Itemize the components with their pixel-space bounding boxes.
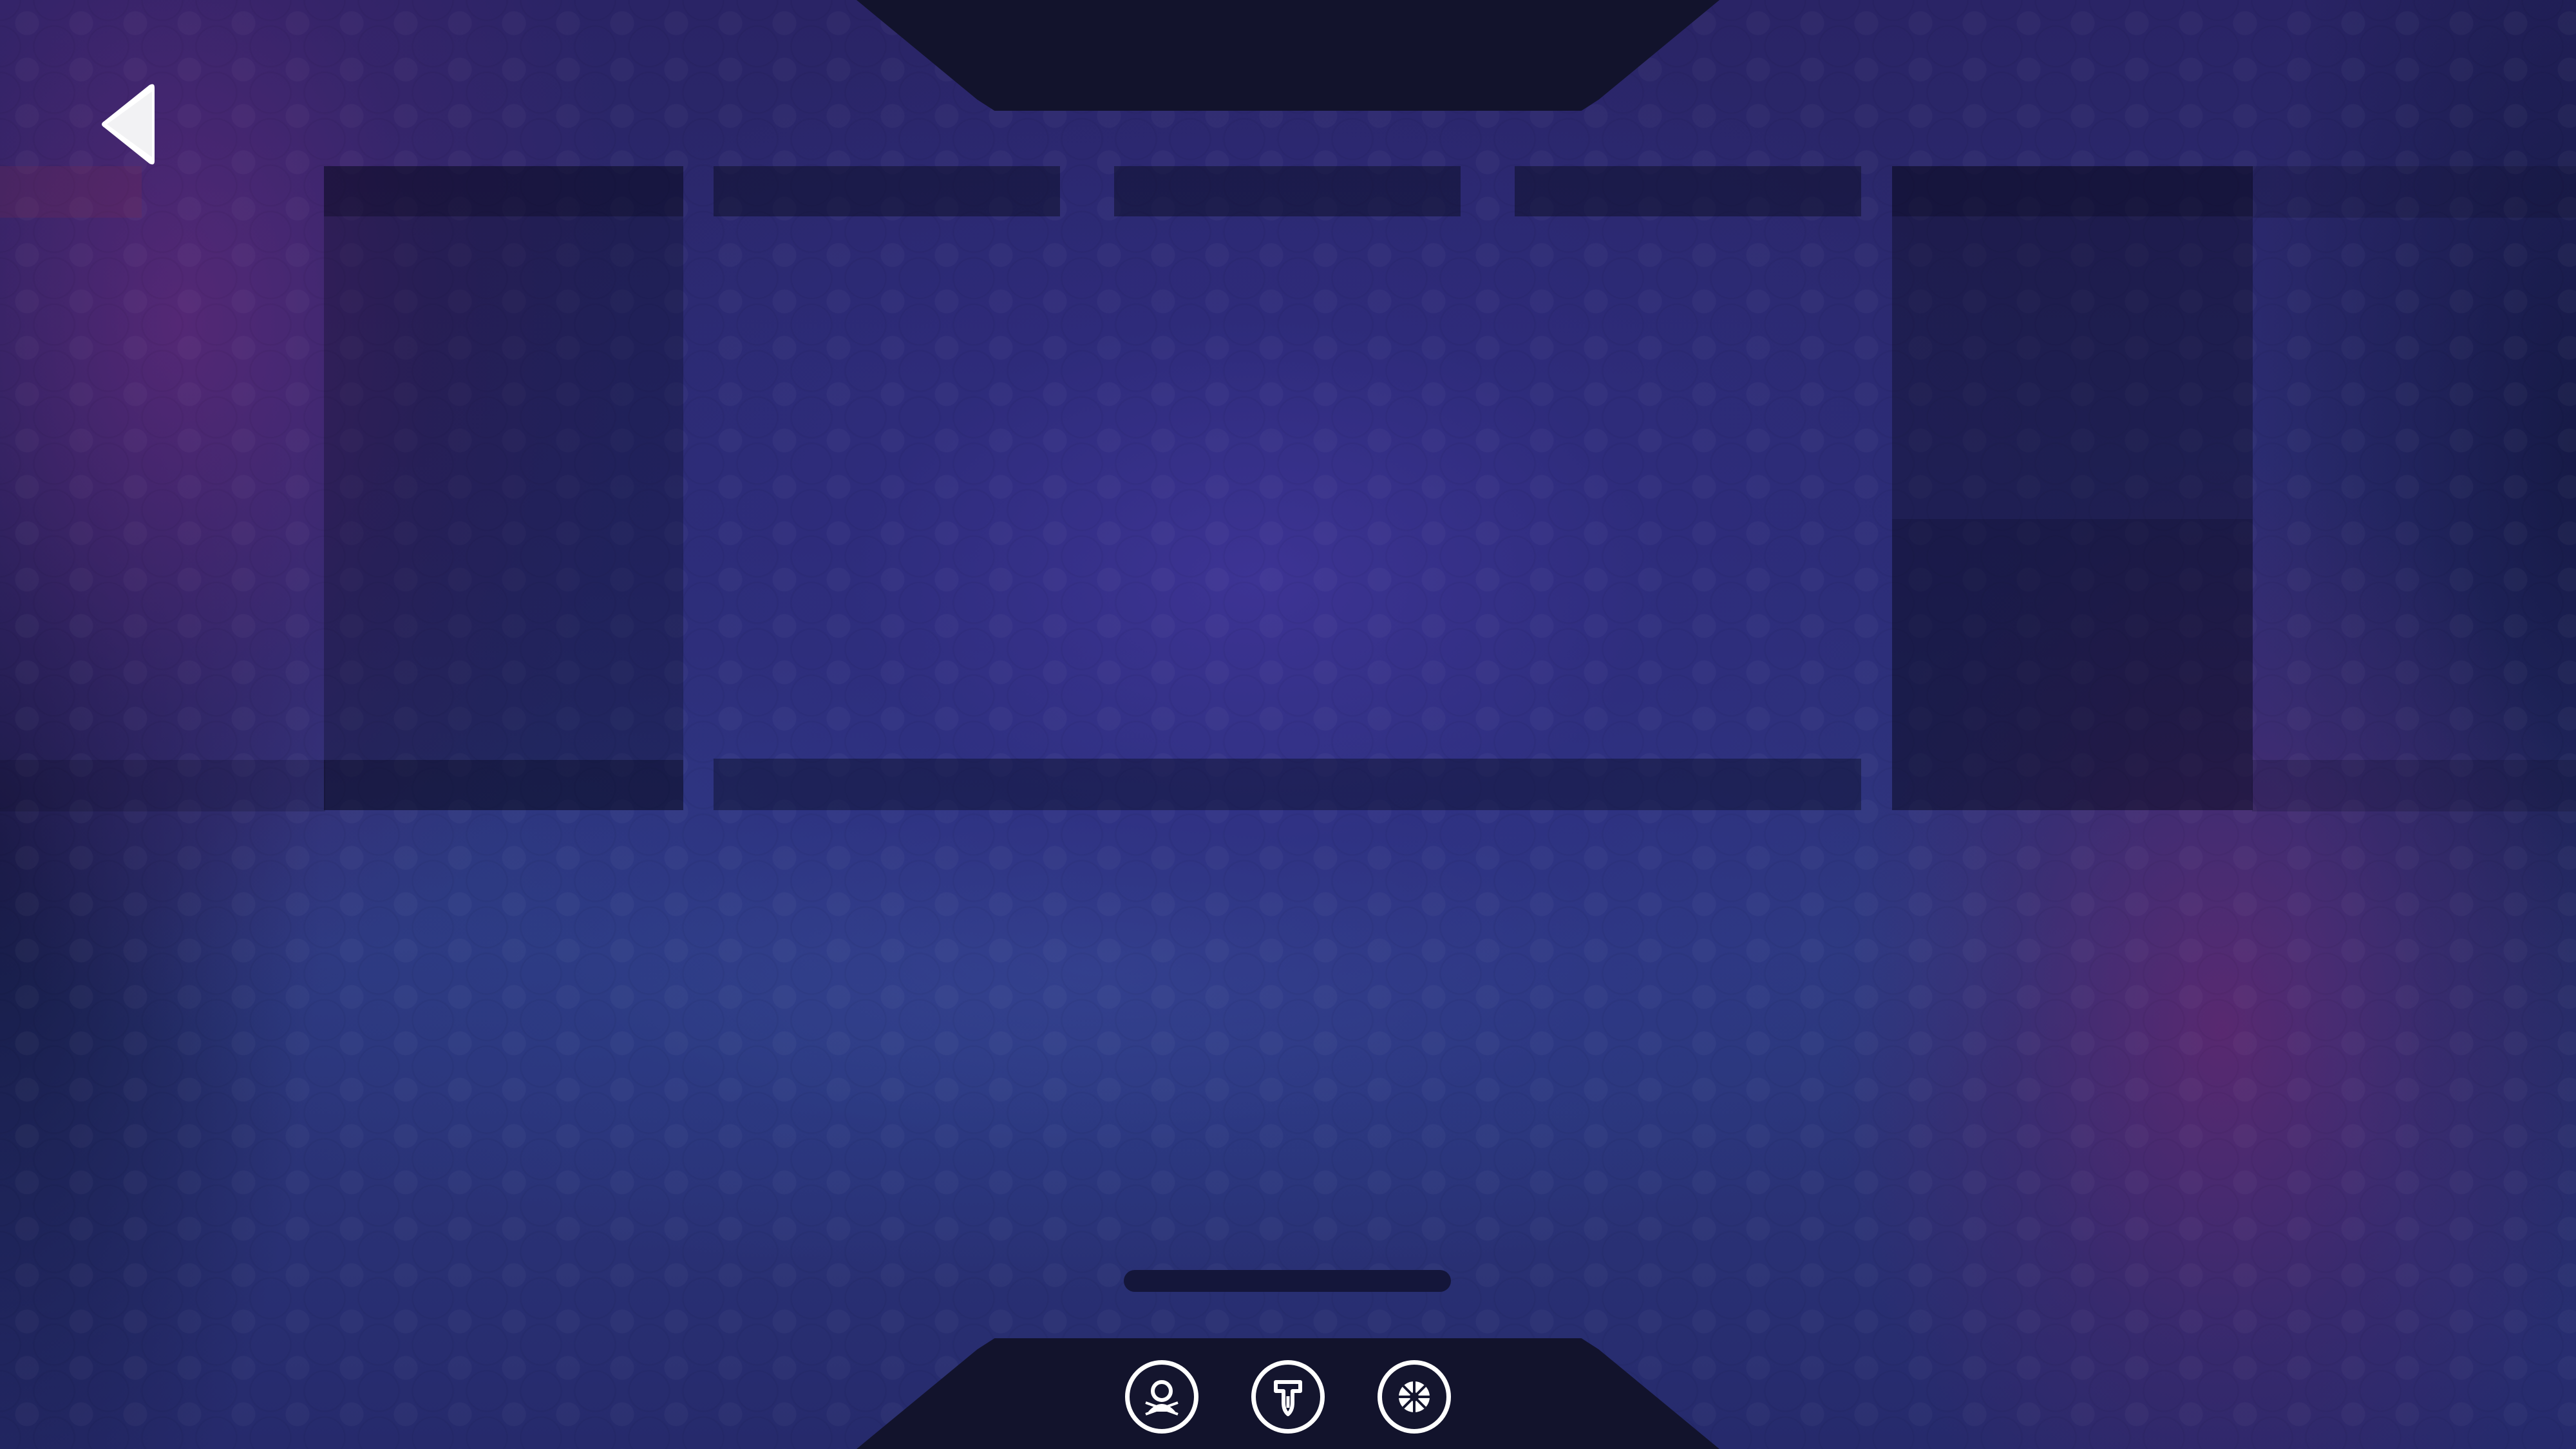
character-helmet-icon[interactable] <box>1125 1360 1198 1434</box>
right-edge-strip-top <box>2252 166 2576 218</box>
left-edge-strip-top <box>0 166 142 218</box>
left-panel-footer <box>324 760 683 810</box>
game-screen <box>0 0 2576 1449</box>
back-button[interactable] <box>95 81 166 167</box>
right-edge-strip-bottom <box>2252 760 2576 811</box>
settings-wheel-icon[interactable] <box>1378 1360 1451 1434</box>
left-panel <box>324 166 683 810</box>
right-panel-bottom <box>1892 519 2253 810</box>
left-panel-header <box>324 166 683 216</box>
back-arrow-icon <box>102 84 155 165</box>
skill-tree-icon[interactable] <box>1251 1360 1325 1434</box>
tab-slot-3[interactable] <box>1515 166 1861 216</box>
page-indicator-bar <box>1124 1270 1451 1292</box>
right-panel-header <box>1892 166 2253 216</box>
left-edge-strip-bottom <box>0 760 325 811</box>
right-panel-top <box>1892 166 2253 519</box>
center-footer-bar <box>714 759 1861 810</box>
tab-slot-1[interactable] <box>714 166 1060 216</box>
top-notch <box>857 0 1719 111</box>
tab-slot-2[interactable] <box>1114 166 1461 216</box>
